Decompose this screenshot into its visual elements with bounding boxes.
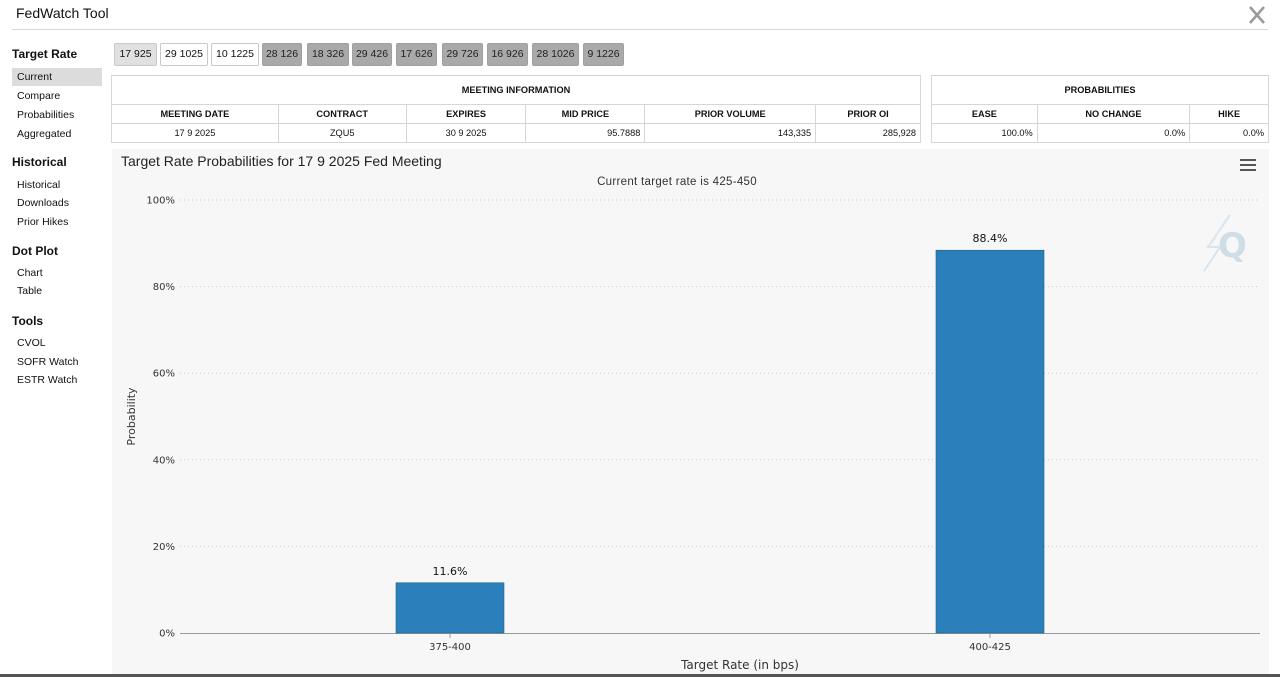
tab-meeting-29-726[interactable]: 29 726 (442, 43, 483, 66)
table-row: 100.0% 0.0% 0.0% (931, 123, 1269, 143)
tab-meeting-16-926[interactable]: 16 926 (487, 43, 528, 66)
section-target-rate: Target Rate (12, 47, 78, 61)
tab-meeting-17-626[interactable]: 17 626 (396, 43, 437, 66)
chart-subtitle: Current target rate is 425-450 (597, 176, 757, 188)
ease-cell: 100.0% (931, 123, 1038, 143)
sidebar-item-aggregated[interactable]: Aggregated (12, 125, 102, 143)
tab-meeting-9-1226[interactable]: 9 1226 (583, 43, 624, 66)
sidebar-item-table[interactable]: Table (12, 282, 102, 300)
no-change-cell: 0.0% (1036, 123, 1191, 143)
y-axis-title: Probability (125, 387, 138, 446)
table-row: 17 9 2025 ZQU5 30 9 2025 95.7888 143,335… (111, 123, 921, 143)
sidebar-item-prior-hikes[interactable]: Prior Hikes (12, 213, 102, 231)
title-bar: FedWatch Tool (0, 0, 1280, 30)
tab-meeting-28-1026[interactable]: 28 1026 (532, 43, 579, 66)
y-tick-label: 100% (146, 196, 175, 207)
probabilities-header: PROBABILITIES (931, 75, 1269, 105)
contract-cell: ZQU5 (277, 123, 407, 143)
column-header: MEETING DATE (111, 104, 279, 124)
x-axis-title: Target Rate (in bps) (680, 658, 799, 672)
probabilities-table: PROBABILITIES EASE NO CHANGE HIKE 100.0%… (931, 75, 1269, 143)
section-historical: Historical (12, 155, 67, 169)
probability-bar-chart: 0% 20% 40% 60% 80% 100% 11.6% 375-400 88.4% 400-4… (125, 196, 1260, 672)
column-header: HIKE (1189, 104, 1269, 124)
y-tick-label: 40% (153, 455, 175, 466)
hike-cell: 0.0% (1189, 123, 1269, 143)
y-tick-label: 20% (153, 542, 175, 553)
column-header: EASE (931, 104, 1038, 124)
data-label: 88.4% (973, 232, 1008, 245)
bar (935, 249, 1045, 634)
svg-text:Q: Q (1218, 226, 1247, 266)
chart-title: Target Rate Probabilities for 17 9 2025 … (121, 153, 442, 169)
sidebar-item-cvol[interactable]: CVOL (12, 334, 102, 352)
fedwatch-app: FedWatch Tool Target Rate Current Compar… (0, 0, 1280, 677)
hamburger-menu-icon[interactable] (1240, 159, 1256, 172)
prior-volume-cell: 143,335 (644, 123, 817, 143)
column-header: CONTRACT (277, 104, 407, 124)
tab-meeting-10-1225[interactable]: 10 1225 (211, 43, 259, 66)
meeting-information-header: MEETING INFORMATION (111, 75, 921, 105)
mid-price-cell: 95.7888 (525, 123, 646, 143)
sidebar-item-current[interactable]: Current (12, 68, 102, 86)
sidebar-item-estr-watch[interactable]: ESTR Watch (12, 371, 102, 389)
column-header: MID PRICE (525, 104, 646, 124)
meeting-information-table: MEETING INFORMATION MEETING DATE CONTRAC… (111, 75, 921, 143)
tab-meeting-18-326[interactable]: 18 326 (307, 43, 349, 66)
tab-meeting-28-126[interactable]: 28 126 (262, 43, 302, 66)
y-tick-label: 80% (153, 282, 175, 293)
app-title: FedWatch Tool (16, 5, 109, 21)
data-label: 11.6% (433, 565, 468, 578)
sidebar-item-downloads[interactable]: Downloads (12, 194, 102, 212)
bar (395, 582, 505, 634)
sidebar-item-chart[interactable]: Chart (12, 264, 102, 282)
column-header: EXPIRES (405, 104, 527, 124)
column-header: NO CHANGE (1036, 104, 1191, 124)
close-icon[interactable] (1246, 4, 1268, 26)
section-tools: Tools (12, 314, 44, 328)
tab-meeting-17-925[interactable]: 17 925 (114, 43, 157, 66)
y-tick-label: 0% (159, 629, 175, 640)
sidebar-item-compare[interactable]: Compare (12, 87, 102, 105)
y-tick-label: 60% (153, 369, 175, 380)
tab-meeting-29-426[interactable]: 29 426 (352, 43, 392, 66)
prior-oi-cell: 285,928 (815, 123, 921, 143)
title-divider (12, 29, 1268, 30)
chart-panel: 0% 20% 40% 60% 80% 100% 11.6% 375-400 88.4% 400-4… (112, 149, 1269, 674)
x-tick-label: 400-425 (969, 642, 1011, 653)
sidebar-item-probabilities[interactable]: Probabilities (12, 106, 102, 124)
column-header: PRIOR OI (815, 104, 921, 124)
meeting-date-cell: 17 9 2025 (111, 123, 279, 143)
sidebar-item-sofr-watch[interactable]: SOFR Watch (12, 353, 102, 371)
x-tick-label: 375-400 (429, 642, 471, 653)
section-dot-plot: Dot Plot (12, 244, 58, 258)
quikstrike-q-logo: Q (1203, 214, 1247, 272)
sidebar-item-historical[interactable]: Historical (12, 176, 102, 194)
tab-meeting-29-1025[interactable]: 29 1025 (160, 43, 208, 66)
column-header: PRIOR VOLUME (644, 104, 817, 124)
expires-cell: 30 9 2025 (405, 123, 527, 143)
